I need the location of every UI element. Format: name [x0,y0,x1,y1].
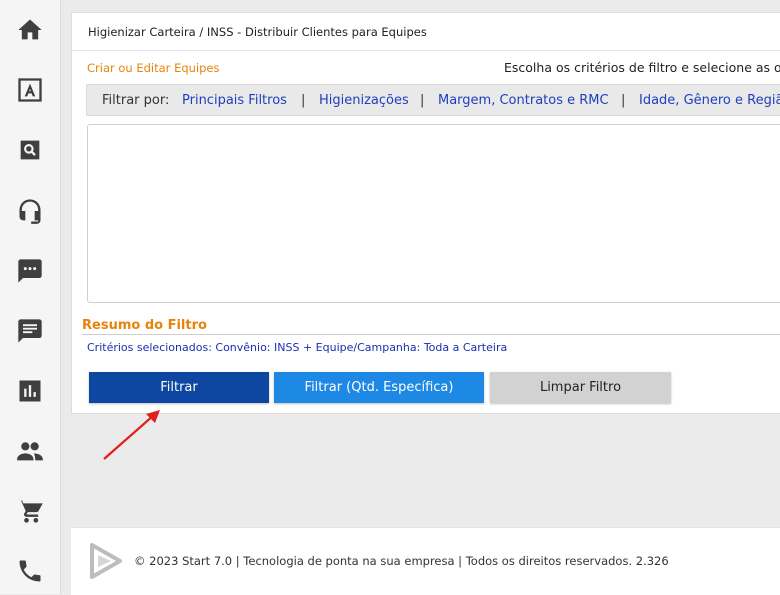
message-icon[interactable] [14,315,46,347]
tab-separator: | [301,93,306,108]
bar-chart-icon[interactable] [14,375,46,407]
main-panel: Higienizar Carteira / INSS - Distribuir … [71,12,780,414]
font-icon[interactable] [14,74,46,106]
tab-separator: | [420,93,425,108]
chat-icon[interactable] [14,255,46,287]
tab-age-gender-region[interactable]: Idade, Gênero e Regiã [639,93,780,108]
clear-filter-button[interactable]: Limpar Filtro [490,372,671,403]
tab-separator: | [621,93,626,108]
divider [72,50,780,51]
sidebar [0,0,61,594]
filter-by-label: Filtrar por: [102,93,170,108]
filter-summary-title: Resumo do Filtro [82,318,207,333]
phone-icon[interactable] [14,555,46,587]
tab-sanitizations[interactable]: Higienizações [319,93,409,108]
breadcrumb: Higienizar Carteira / INSS - Distribuir … [88,25,427,39]
home-icon[interactable] [14,14,46,46]
headset-icon[interactable] [14,195,46,227]
create-edit-teams-link[interactable]: Criar ou Editar Equipes [87,61,219,75]
filter-content-area [87,124,780,303]
footer-copyright: © 2023 Start 7.0 | Tecnologia de ponta n… [134,554,669,568]
people-icon[interactable] [14,435,46,467]
selected-criteria-text: Critérios selecionados: Convênio: INSS +… [87,341,508,354]
filter-specific-qty-button[interactable]: Filtrar (Qtd. Específica) [274,372,484,403]
cart-icon[interactable] [14,495,46,527]
annotation-arrow [103,410,160,460]
filter-button[interactable]: Filtrar [89,372,269,403]
tab-margin-contracts-rmc[interactable]: Margem, Contratos e RMC [438,93,609,108]
divider [82,334,780,335]
footer: © 2023 Start 7.0 | Tecnologia de ponta n… [71,527,780,595]
filter-tabs-bar: Filtrar por: Principais Filtros | Higien… [86,84,780,116]
logo-icon [90,543,122,579]
filter-instructions: Escolha os critérios de filtro e selecio… [504,60,780,75]
search-icon[interactable] [14,134,46,166]
tab-main-filters[interactable]: Principais Filtros [182,93,287,108]
